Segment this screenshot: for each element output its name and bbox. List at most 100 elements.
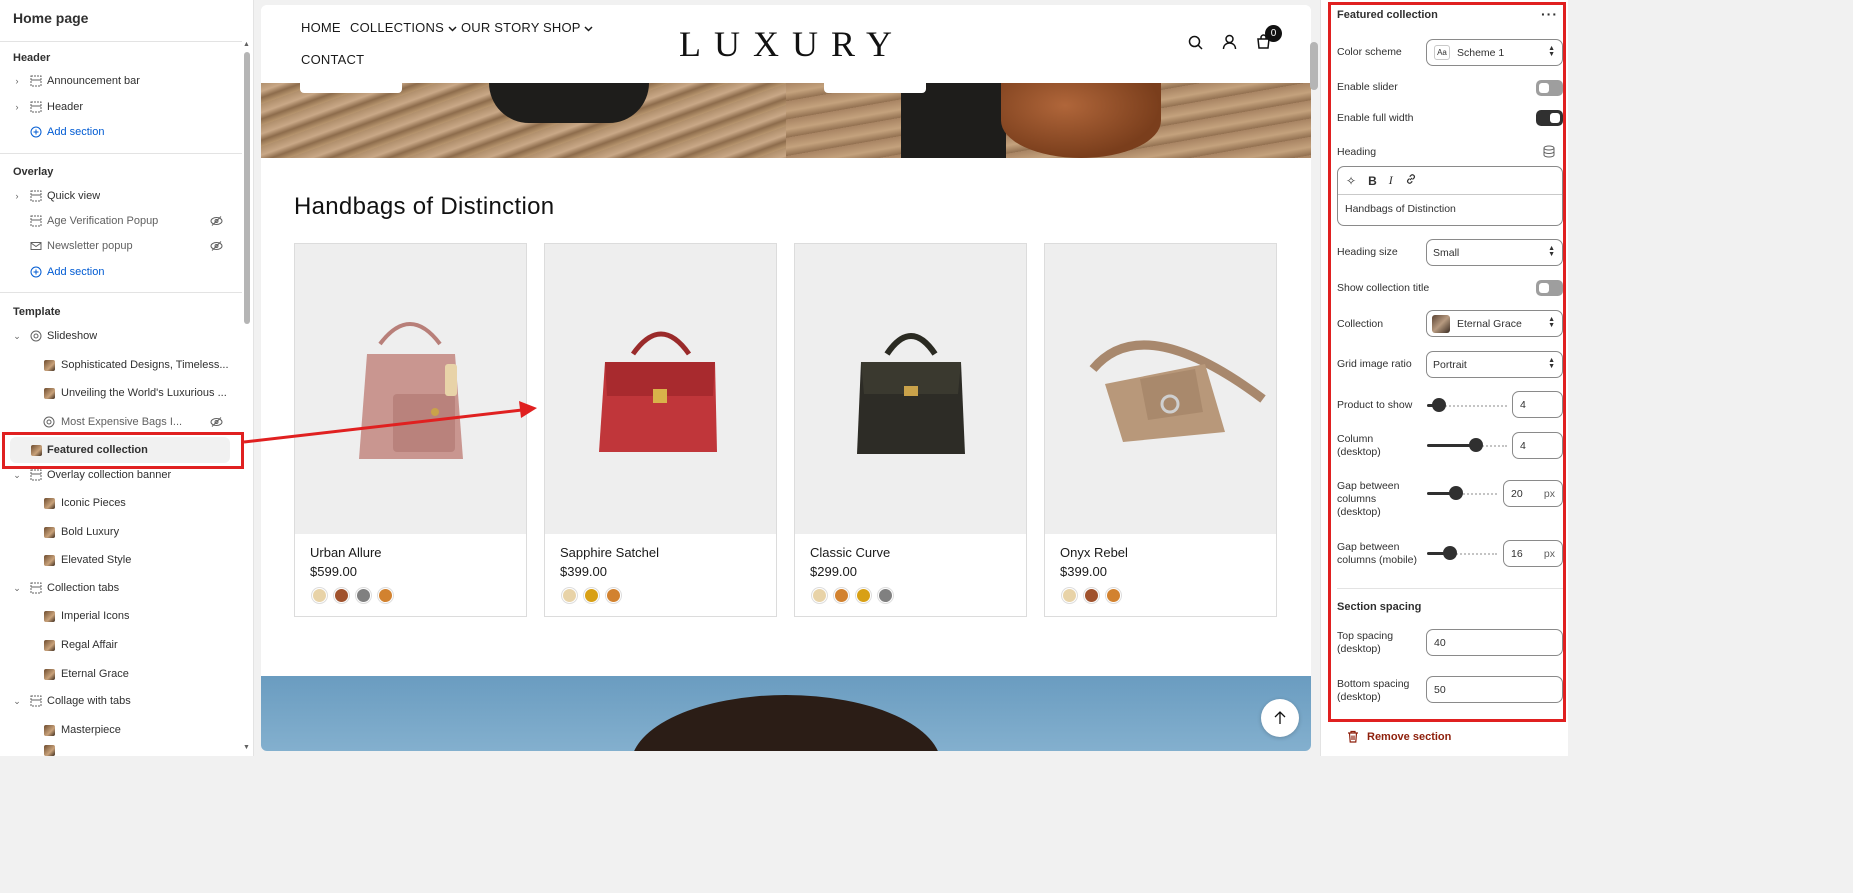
sidebar-item-regal-affair[interactable]: Regal Affair	[0, 634, 240, 656]
eye-slash-icon[interactable]	[210, 417, 223, 427]
add-section-label: Add section	[47, 126, 105, 138]
divider	[0, 153, 242, 154]
product-card[interactable]: Urban Allure $599.00	[294, 243, 527, 617]
sidebar-item-iconic-pieces[interactable]: Iconic Pieces	[0, 492, 240, 514]
product-title[interactable]: Sapphire Satchel	[560, 545, 659, 560]
plus-circle-icon	[30, 126, 42, 138]
sidebar-item-label: Overlay collection banner	[47, 469, 172, 481]
sidebar-item-partial[interactable]	[0, 745, 240, 756]
sidebar-item-bold-luxury[interactable]: Bold Luxury	[0, 521, 240, 543]
trash-icon	[1348, 730, 1358, 743]
product-price: $399.00	[1060, 564, 1107, 579]
product-card[interactable]: Onyx Rebel $399.00	[1044, 243, 1277, 617]
sidebar-scrollbar[interactable]	[244, 52, 250, 324]
product-image[interactable]	[1045, 244, 1276, 534]
chevron-down-icon[interactable]: ⌄	[12, 470, 22, 480]
add-section-button-header[interactable]: Add section	[0, 121, 240, 143]
group-title-template: Template	[13, 306, 61, 318]
color-swatch[interactable]	[584, 588, 599, 603]
sidebar-item-slide-2[interactable]: Unveiling the World's Luxurious ...	[0, 382, 240, 404]
sidebar-item-label: Imperial Icons	[61, 610, 130, 622]
scroll-to-top-button[interactable]	[1261, 699, 1299, 737]
sidebar-item-slideshow[interactable]: ⌄ Slideshow	[0, 325, 240, 347]
chevron-right-icon[interactable]: ›	[12, 76, 22, 86]
sidebar-item-age-verification[interactable]: Age Verification Popup	[0, 210, 240, 232]
add-section-label: Add section	[47, 266, 105, 278]
nav-shop[interactable]: SHOP	[543, 20, 593, 35]
color-swatch[interactable]	[356, 588, 371, 603]
product-card[interactable]: Classic Curve $299.00	[794, 243, 1027, 617]
search-icon[interactable]	[1188, 35, 1203, 53]
sidebar-item-collage-with-tabs[interactable]: ⌄ Collage with tabs	[0, 690, 240, 712]
mail-icon	[30, 240, 42, 252]
nav-collections[interactable]: COLLECTIONS	[350, 20, 457, 35]
store-logo[interactable]: LUXURY	[679, 23, 905, 65]
sidebar-item-slide-3[interactable]: Most Expensive Bags I...	[0, 411, 240, 433]
nav-contact[interactable]: CONTACT	[301, 52, 364, 67]
sidebar-item-newsletter-popup[interactable]: Newsletter popup	[0, 235, 240, 257]
eye-slash-icon[interactable]	[210, 241, 223, 251]
sidebar-item-slide-1[interactable]: Sophisticated Designs, Timeless...	[0, 354, 240, 376]
sidebar-item-collection-tabs[interactable]: ⌄ Collection tabs	[0, 577, 240, 599]
sidebar-item-label: Newsletter popup	[47, 240, 133, 252]
product-image[interactable]	[545, 244, 776, 534]
color-swatch[interactable]	[312, 588, 327, 603]
chevron-right-icon[interactable]: ›	[12, 102, 22, 112]
store-header: HOME COLLECTIONS OUR STORY SHOP CONTACT …	[261, 5, 1311, 83]
chevron-down-icon[interactable]: ⌄	[12, 696, 22, 706]
color-swatch[interactable]	[812, 588, 827, 603]
color-swatch[interactable]	[606, 588, 621, 603]
nav-our-story[interactable]: OUR STORY	[461, 20, 540, 35]
sidebar-item-imperial-icons[interactable]: Imperial Icons	[0, 605, 240, 627]
sidebar-item-label: Most Expensive Bags I...	[61, 416, 183, 428]
chevron-down-icon[interactable]: ⌄	[12, 331, 22, 341]
image-thumbnail	[43, 526, 55, 538]
sidebar-item-masterpiece[interactable]: Masterpiece	[0, 719, 240, 741]
slide-button[interactable]	[300, 83, 402, 93]
slide-button[interactable]	[824, 83, 926, 93]
remove-section-button[interactable]: Remove section	[1347, 730, 1451, 743]
color-swatches	[312, 588, 393, 603]
color-swatch[interactable]	[562, 588, 577, 603]
product-image[interactable]	[295, 244, 526, 534]
color-swatch[interactable]	[834, 588, 849, 603]
eye-slash-icon[interactable]	[210, 216, 223, 226]
add-section-button-overlay[interactable]: Add section	[0, 261, 240, 283]
product-card[interactable]: Sapphire Satchel $399.00	[544, 243, 777, 617]
sidebar-item-label: Slideshow	[47, 330, 98, 342]
sidebar-item-header[interactable]: › Header	[0, 96, 240, 118]
color-swatch[interactable]	[856, 588, 871, 603]
nav-home[interactable]: HOME	[301, 20, 341, 35]
sidebar-item-eternal-grace[interactable]: Eternal Grace	[0, 663, 240, 685]
hero-figure	[901, 83, 1006, 158]
chevron-right-icon[interactable]: ›	[12, 191, 22, 201]
product-title[interactable]: Urban Allure	[310, 545, 382, 560]
color-swatch[interactable]	[378, 588, 393, 603]
image-thumbnail	[43, 639, 55, 651]
image-thumbnail	[43, 610, 55, 622]
scroll-up-arrow[interactable]: ▲	[243, 41, 250, 48]
color-swatches	[562, 588, 621, 603]
scroll-down-arrow[interactable]: ▼	[243, 744, 250, 751]
taupe-handbag-image	[1089, 340, 1266, 442]
sidebar-item-elevated-style[interactable]: Elevated Style	[0, 549, 240, 571]
product-image[interactable]	[795, 244, 1026, 534]
color-swatch[interactable]	[1062, 588, 1077, 603]
image-thumbnail	[43, 554, 55, 566]
sidebar-item-quick-view[interactable]: › Quick view	[0, 185, 240, 207]
color-swatches	[1062, 588, 1121, 603]
sidebar-item-label: Quick view	[47, 190, 101, 202]
color-swatch[interactable]	[1084, 588, 1099, 603]
color-swatch[interactable]	[1106, 588, 1121, 603]
account-icon[interactable]	[1222, 34, 1237, 53]
product-title[interactable]: Classic Curve	[810, 545, 890, 560]
plus-circle-icon	[30, 266, 42, 278]
product-price: $599.00	[310, 564, 357, 579]
product-title[interactable]: Onyx Rebel	[1060, 545, 1128, 560]
color-swatch[interactable]	[878, 588, 893, 603]
color-swatch[interactable]	[334, 588, 349, 603]
preview-scrollbar[interactable]	[1310, 42, 1318, 90]
image-thumbnail	[43, 359, 55, 371]
chevron-down-icon[interactable]: ⌄	[12, 583, 22, 593]
sidebar-item-announcement-bar[interactable]: › Announcement bar	[0, 70, 240, 92]
